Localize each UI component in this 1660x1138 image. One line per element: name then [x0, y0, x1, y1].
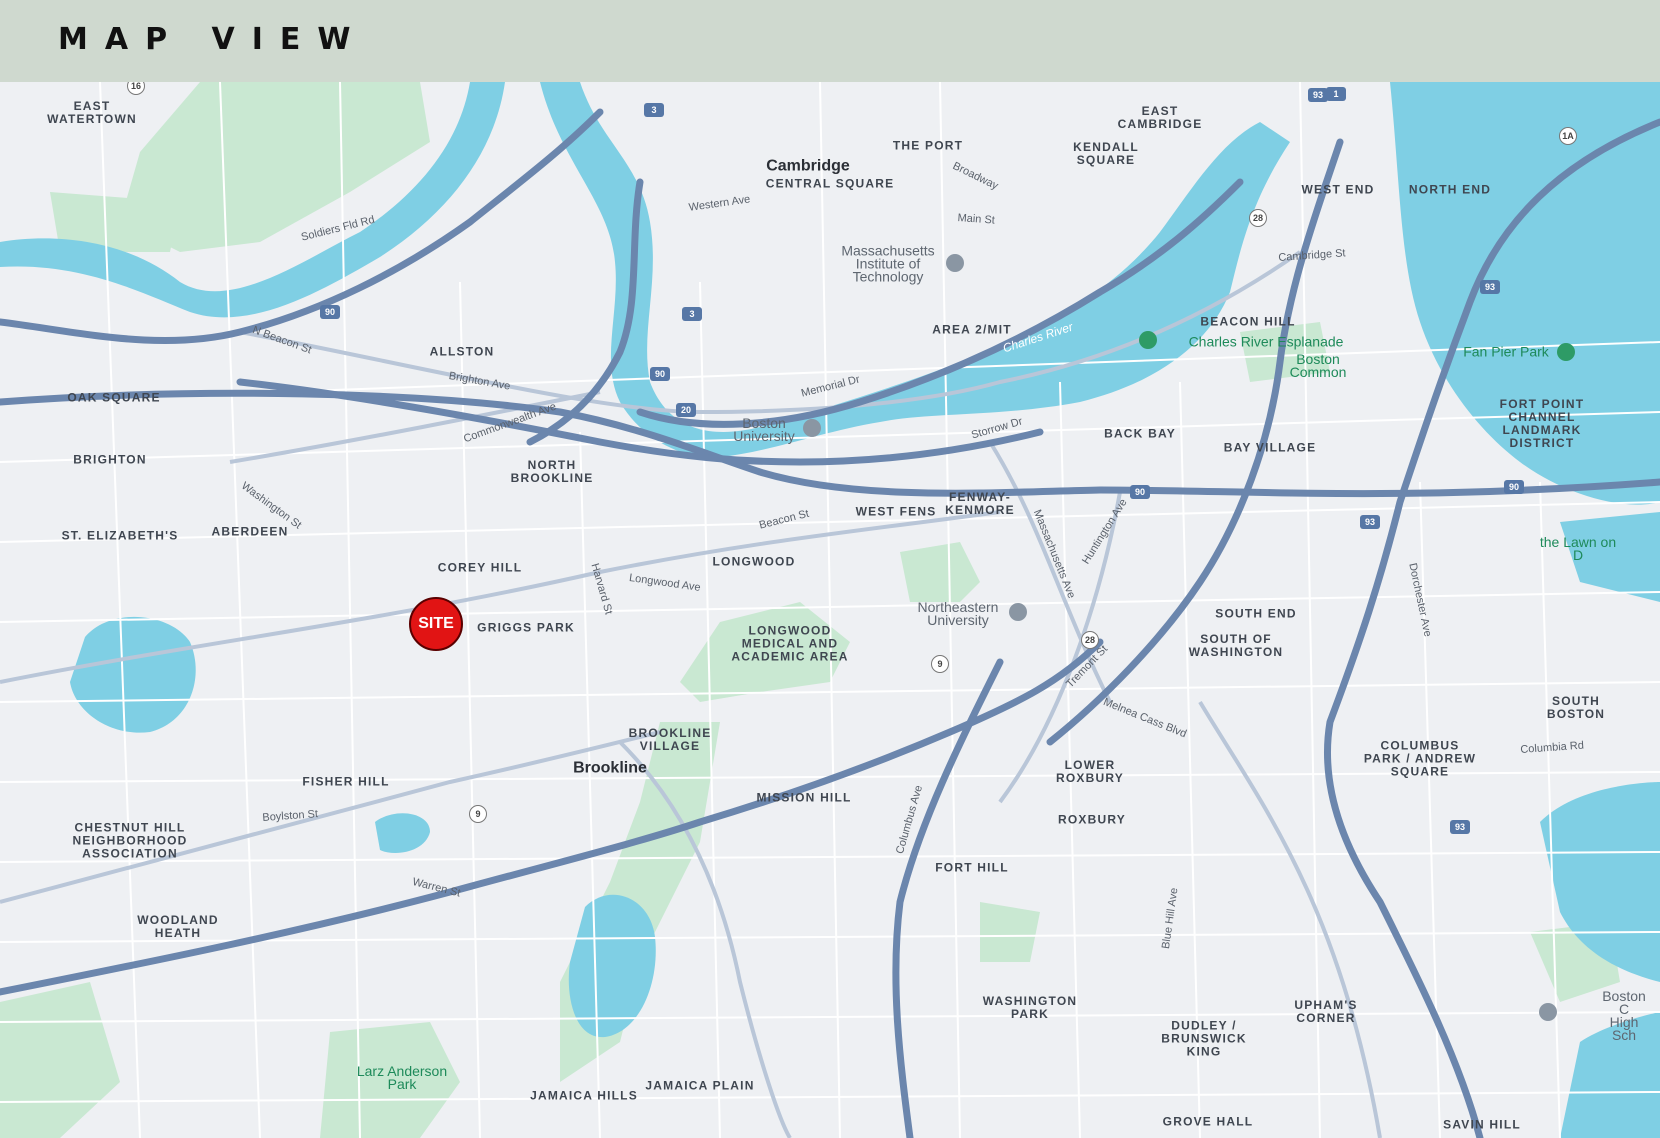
neighborhood-label: THE PORT: [892, 138, 964, 153]
i90-shield: 90: [320, 305, 340, 319]
page-title: MAP VIEW: [58, 22, 368, 57]
i93-shield: 93: [1360, 515, 1380, 529]
park-label: Boston Common: [1289, 351, 1347, 380]
neighborhood-label: FISHER HILL: [302, 774, 390, 789]
neighborhood-label: COREY HILL: [437, 560, 523, 575]
park-icon: [1557, 343, 1575, 361]
neighborhood-label: WEST FENS: [855, 504, 937, 519]
i93-shield: 93: [1308, 88, 1328, 102]
neighborhood-label: WASHINGTON PARK: [982, 994, 1078, 1021]
neighborhood-label: UPHAM'S CORNER: [1294, 998, 1358, 1025]
route-28-shield: 28: [1081, 631, 1099, 649]
street-label: Main St: [957, 212, 996, 227]
i93-shield: 93: [1450, 820, 1470, 834]
neighborhood-label: SAVIN HILL: [1443, 1117, 1521, 1132]
park-label: Fan Pier Park: [1463, 343, 1549, 360]
poi-label: Boston C High Sch: [1602, 988, 1646, 1043]
neighborhood-label: ABERDEEN: [211, 524, 289, 539]
map-canvas[interactable]: [0, 82, 1660, 1138]
route-9-shield: 9: [931, 655, 949, 673]
neighborhood-label: EAST CAMBRIDGE: [1117, 104, 1203, 131]
neighborhood-label: ALLSTON: [429, 344, 495, 359]
poi-label: Boston University: [733, 415, 795, 444]
neighborhood-label: SOUTH END: [1215, 606, 1297, 621]
neighborhood-label: GROVE HALL: [1162, 1114, 1254, 1129]
neighborhood-label: GRIGGS PARK: [477, 620, 575, 635]
neighborhood-label: AREA 2/MIT: [932, 322, 1012, 337]
neighborhood-label: COLUMBUS PARK / ANDREW SQUARE: [1363, 738, 1477, 779]
map-view[interactable]: 90 90 90 90 93 93 93 93 9 9 28 28 3 3 20…: [0, 82, 1660, 1138]
neighborhood-label: NORTH END: [1408, 182, 1492, 197]
site-marker[interactable]: SITE: [409, 597, 463, 651]
neighborhood-label: BACK BAY: [1104, 426, 1176, 441]
route-3-shield: 3: [644, 103, 664, 117]
park-icon: [1139, 331, 1157, 349]
neighborhood-label: BRIGHTON: [73, 452, 147, 467]
neighborhood-label: NORTH BROOKLINE: [510, 458, 594, 485]
neighborhood-label: LONGWOOD: [712, 554, 796, 569]
neighborhood-label: WOODLAND HEATH: [137, 913, 219, 940]
neighborhood-label: DUDLEY / BRUNSWICK KING: [1161, 1018, 1247, 1059]
neighborhood-label: FORT POINT CHANNEL LANDMARK DISTRICT: [1499, 397, 1585, 450]
neighborhood-label: WEST END: [1301, 182, 1375, 197]
neighborhood-label: SOUTH OF WASHINGTON: [1188, 632, 1284, 659]
neighborhood-label: BROOKLINE VILLAGE: [628, 726, 712, 753]
i93-shield: 93: [1480, 280, 1500, 294]
route-1-shield: 1: [1326, 87, 1346, 101]
neighborhood-label: KENDALL SQUARE: [1073, 140, 1139, 167]
university-icon: [1009, 603, 1027, 621]
neighborhood-label: ST. ELIZABETH'S: [61, 528, 179, 543]
university-icon: [946, 254, 964, 272]
neighborhood-label: FENWAY- KENMORE: [945, 490, 1015, 517]
route-9-shield: 9: [469, 805, 487, 823]
route-3-shield: 3: [682, 307, 702, 321]
park-label: Larz Anderson Park: [356, 1063, 448, 1092]
neighborhood-label: BAY VILLAGE: [1223, 440, 1317, 455]
neighborhood-label: MISSION HILL: [756, 790, 852, 805]
route-1a-shield: 1A: [1559, 127, 1577, 145]
i90-shield: 90: [1130, 485, 1150, 499]
neighborhood-label: JAMAICA PLAIN: [645, 1078, 755, 1093]
header-bar: MAP VIEW: [0, 0, 1660, 82]
neighborhood-label: CENTRAL SQUARE: [765, 176, 895, 191]
park-label: the Lawn on D: [1539, 534, 1617, 563]
school-icon: [1539, 1003, 1557, 1021]
park-label: Charles River Esplanade: [1188, 333, 1344, 350]
poi-label: Massachusetts Institute of Technology: [841, 242, 935, 285]
route-28-shield: 28: [1249, 209, 1267, 227]
neighborhood-label: LONGWOOD MEDICAL AND ACADEMIC AREA: [731, 623, 849, 664]
university-icon: [803, 419, 821, 437]
neighborhood-label: OAK SQUARE: [67, 390, 161, 405]
i90-shield: 90: [650, 367, 670, 381]
neighborhood-label: ROXBURY: [1058, 812, 1126, 827]
neighborhood-label: CHESTNUT HILL NEIGHBORHOOD ASSOCIATION: [72, 820, 188, 861]
route-20-shield: 20: [676, 403, 696, 417]
neighborhood-label: FORT HILL: [935, 860, 1009, 875]
poi-label: Northeastern University: [917, 599, 999, 628]
neighborhood-label: SOUTH BOSTON: [1546, 694, 1606, 721]
i90-shield: 90: [1504, 480, 1524, 494]
city-label: Brookline: [573, 759, 647, 777]
neighborhood-label: EAST WATERTOWN: [47, 99, 137, 126]
city-label: Cambridge: [766, 157, 850, 175]
neighborhood-label: BEACON HILL: [1200, 314, 1296, 329]
neighborhood-label: LOWER ROXBURY: [1056, 758, 1124, 785]
neighborhood-label: JAMAICA HILLS: [530, 1088, 638, 1103]
